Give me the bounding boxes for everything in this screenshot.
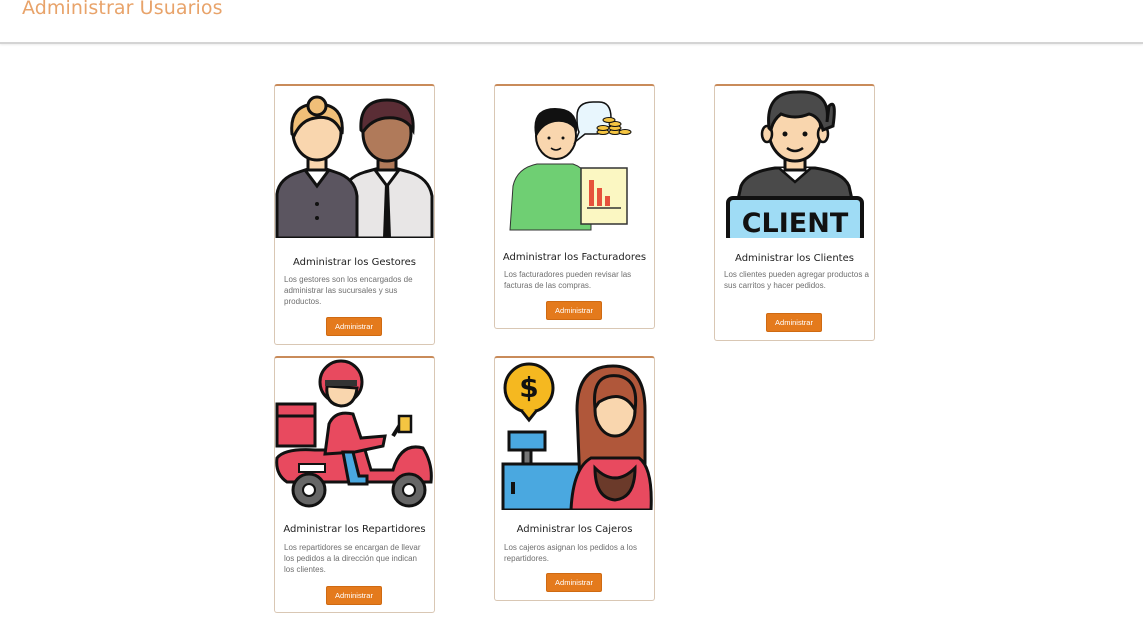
card-description: Los cajeros asignan los pedidos a los re… [504, 543, 637, 563]
administrar-cajeros-button[interactable]: Administrar [546, 573, 602, 592]
card-cajeros: $ Administrar los Cajeros Los cajeros as… [494, 356, 655, 601]
card-description: Los repartidores se encargan de llevar l… [284, 543, 421, 574]
administrar-facturadores-button[interactable]: Administrar [546, 301, 602, 320]
card-clientes: CLIENT Administrar los Clientes Los clie… [714, 84, 875, 341]
delivery-scooter-illustration [275, 359, 433, 508]
card-title: Administrar los Clientes [735, 253, 854, 264]
card-title: Administrar los Cajeros [516, 524, 633, 535]
card-description: Los clientes pueden agregar productos a … [724, 270, 869, 290]
svg-text:$: $ [519, 371, 538, 404]
client-sign-text: CLIENT [742, 208, 849, 238]
page-title: Administrar Usuarios [22, 0, 223, 19]
card-title: Administrar los Repartidores [283, 524, 426, 535]
managers-illustration [275, 95, 434, 238]
card-description: Los gestores son los encargados de admin… [284, 275, 413, 306]
card-repartidores: Administrar los Repartidores Los reparti… [274, 356, 435, 613]
card-facturadores: Administrar los Facturadores Los factura… [494, 84, 655, 329]
administrar-repartidores-button[interactable]: Administrar [326, 586, 382, 605]
svg-text:CLIENT: CLIENT [742, 208, 849, 238]
administrar-clientes-button[interactable]: Administrar [766, 313, 822, 332]
top-bar: Administrar Usuarios [0, 0, 1143, 44]
dollar-sign-text: $ [519, 371, 538, 404]
card-title: Administrar los Gestores [293, 257, 416, 268]
administrar-gestores-button[interactable]: Administrar [326, 317, 382, 336]
billing-person-illustration [509, 101, 632, 231]
card-description: Los facturadores pueden revisar las fact… [504, 270, 632, 290]
card-gestores: Administrar los Gestores Los gestores so… [274, 84, 435, 345]
card-title: Administrar los Facturadores [502, 252, 647, 263]
